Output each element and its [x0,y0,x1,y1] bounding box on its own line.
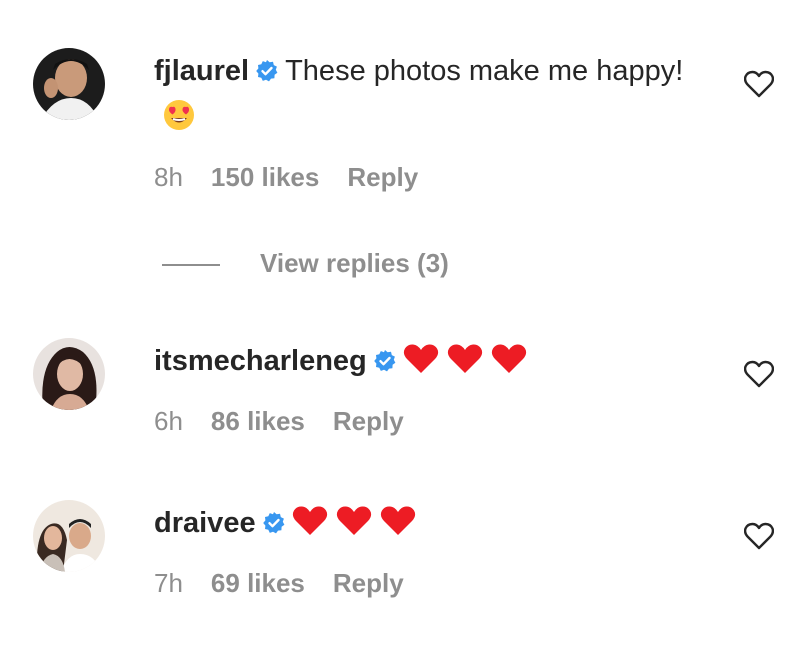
verified-badge-icon [255,53,279,96]
avatar-itsmecharleneg[interactable] [33,338,105,410]
red-heart-icon [336,505,372,550]
avatar-draivee[interactable] [33,500,105,572]
verified-badge-icon [262,505,286,548]
likes-count[interactable]: 150 likes [211,162,319,193]
view-replies-button[interactable]: View replies (3) [162,248,449,279]
red-heart-icon [491,343,527,388]
reply-button[interactable]: Reply [347,162,418,193]
reply-button[interactable]: Reply [333,568,404,599]
username[interactable]: fjlaurel [154,55,249,87]
likes-count[interactable]: 86 likes [211,406,305,437]
likes-count[interactable]: 69 likes [211,568,305,599]
heart-outline-icon[interactable] [743,522,775,550]
verified-badge-icon [373,343,397,386]
red-heart-icon [380,505,416,550]
username[interactable]: draivee [154,507,256,539]
smiling-face-with-heart-eyes-icon [162,98,196,145]
comment-text-block: itsmecharleneg [154,340,714,388]
timestamp: 6h [154,406,183,436]
red-heart-icon [292,505,328,550]
red-heart-icon [403,343,439,388]
divider-line [162,264,220,267]
heart-outline-icon[interactable] [743,70,775,98]
view-replies-label: View replies (3) [260,248,449,278]
comment-text-block: fjlaurel These photos make me happy! [154,50,714,145]
comment-text: These photos make me happy! [285,55,684,87]
username[interactable]: itsmecharleneg [154,345,367,377]
comment-meta: 6h 86 likes Reply [154,406,404,437]
timestamp: 8h [154,162,183,192]
comment-text-block: draivee [154,502,714,550]
reply-button[interactable]: Reply [333,406,404,437]
avatar-fjlaurel[interactable] [33,48,105,120]
timestamp: 7h [154,568,183,598]
comment-meta: 8h 150 likes Reply [154,162,418,193]
red-heart-icon [447,343,483,388]
heart-outline-icon[interactable] [743,360,775,388]
comment-meta: 7h 69 likes Reply [154,568,404,599]
